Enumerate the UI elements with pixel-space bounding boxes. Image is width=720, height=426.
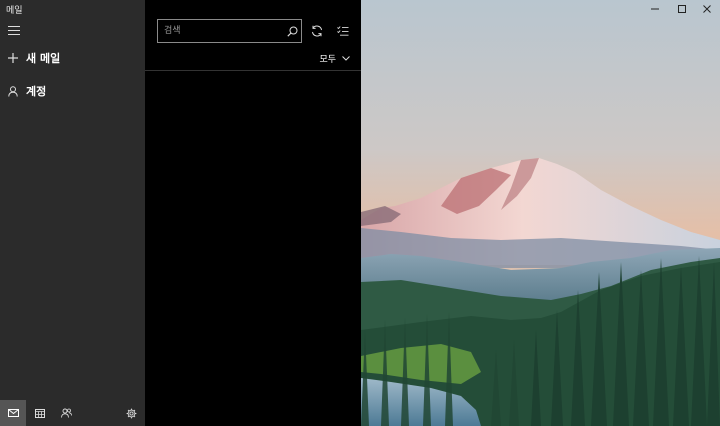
selection-mode-button[interactable] bbox=[334, 22, 352, 40]
app-switcher-bar bbox=[0, 400, 145, 426]
search-box bbox=[157, 19, 302, 43]
close-icon bbox=[702, 5, 711, 13]
mail-icon bbox=[7, 409, 19, 417]
settings-button[interactable] bbox=[118, 400, 144, 426]
sync-icon bbox=[312, 25, 322, 37]
calendar-switch-button[interactable] bbox=[27, 400, 53, 426]
search-input[interactable] bbox=[158, 20, 284, 42]
filter-label: 모두 bbox=[319, 55, 336, 65]
accounts-button[interactable]: 계정 bbox=[0, 80, 145, 102]
plus-icon bbox=[0, 53, 26, 63]
list-divider bbox=[145, 70, 361, 71]
people-icon bbox=[60, 408, 72, 418]
minimize-button[interactable] bbox=[641, 0, 668, 18]
reading-pane-background-image bbox=[361, 0, 720, 426]
accounts-label: 계정 bbox=[26, 85, 47, 98]
select-mode-icon bbox=[337, 26, 349, 36]
mountain-landscape-image bbox=[361, 0, 720, 426]
sidebar: 메일 새 메일 계정 bbox=[0, 0, 145, 426]
message-list-pane: 모두 bbox=[145, 0, 361, 426]
maximize-icon bbox=[677, 5, 686, 13]
mail-app-window: 메일 새 메일 계정 검색 모두 bbox=[0, 0, 720, 426]
maximize-button[interactable] bbox=[668, 0, 695, 18]
minimize-icon bbox=[650, 8, 659, 10]
app-title: 메일 bbox=[6, 6, 23, 16]
calendar-icon bbox=[35, 408, 45, 418]
gear-icon bbox=[126, 408, 136, 418]
close-button[interactable] bbox=[693, 0, 720, 18]
chevron-down-icon bbox=[342, 56, 350, 61]
sync-button[interactable] bbox=[308, 22, 326, 40]
person-icon bbox=[0, 85, 26, 97]
search-icon[interactable] bbox=[284, 26, 301, 37]
new-mail-label: 새 메일 bbox=[26, 52, 61, 65]
hamburger-icon[interactable] bbox=[8, 26, 20, 36]
new-mail-button[interactable]: 새 메일 bbox=[0, 47, 145, 69]
people-switch-button[interactable] bbox=[53, 400, 79, 426]
mail-switch-button[interactable] bbox=[0, 400, 26, 426]
filter-dropdown[interactable]: 모두 bbox=[319, 52, 350, 65]
